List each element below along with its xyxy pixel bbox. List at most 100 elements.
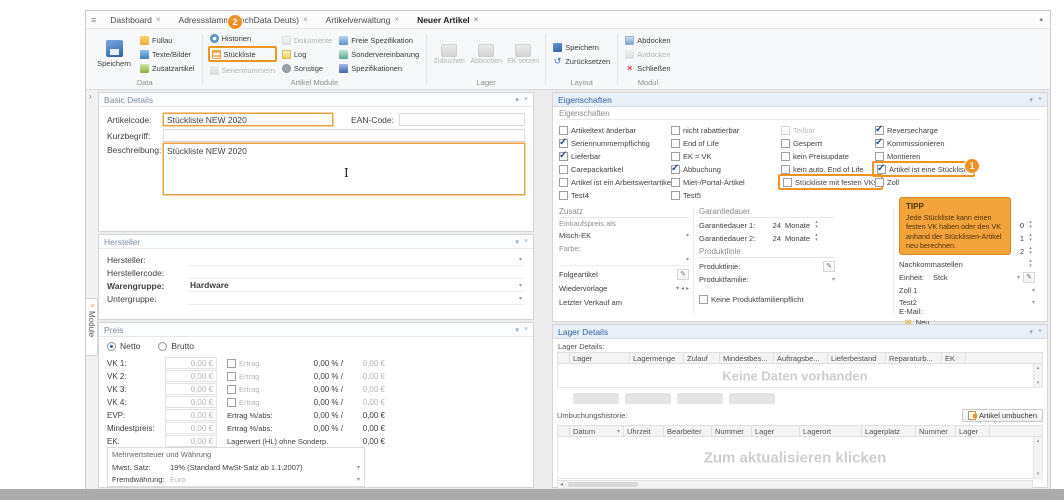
pin-icon[interactable]: ▾ [515, 326, 519, 334]
ertrag-checkbox[interactable]: Ertrag [227, 385, 293, 394]
close-icon[interactable]: × [1038, 328, 1042, 336]
netto-radio[interactable]: Netto [107, 341, 140, 351]
disabled-button[interactable] [729, 393, 775, 404]
pencil-icon[interactable]: ✎ [823, 261, 835, 272]
pin-icon[interactable]: ▾ [515, 238, 519, 246]
chevron-down-icon[interactable]: ▾ [519, 282, 522, 289]
vertical-scrollbar[interactable]: ▴▾ [1033, 437, 1042, 478]
stepper-value[interactable]: 1 [1020, 234, 1024, 243]
column-header[interactable]: Nummer [712, 426, 752, 436]
stepper[interactable]: ▴▾ [1026, 220, 1035, 230]
column-header[interactable]: Nummer [916, 426, 956, 436]
checkbox-miet-portal-artikel[interactable]: Miet-/Portal-Artikel [671, 176, 745, 188]
pencil-icon[interactable]: ✎ [677, 269, 689, 280]
chevron-down-icon[interactable]: ▾ [357, 476, 360, 483]
chevron-down-icon[interactable]: ▾ [1017, 274, 1020, 281]
scroll-left-icon[interactable]: ◂ [558, 481, 565, 488]
checkbox-gesperrt[interactable]: Gesperrt [781, 137, 822, 149]
sondervereinbarung-button[interactable]: Sondervereinbarung [337, 48, 421, 60]
arrow-left-icon[interactable]: ◂ [681, 285, 684, 292]
checkbox-keine-produktfamilienpflicht[interactable]: Keine Produktfamilienpflicht [699, 293, 804, 305]
garantiedauer2-input[interactable]: 24 [765, 234, 781, 243]
filter-down-icon[interactable]: ▾ [617, 428, 620, 435]
fuellau-button[interactable]: Füllau [138, 34, 197, 46]
warengruppe-combo[interactable]: Hardware▾ [187, 279, 525, 292]
close-icon[interactable]: × [524, 96, 528, 104]
mwst-satz-combo[interactable]: 19% (Standard MwSt-Satz ab 1.1.2007)▾ [170, 463, 360, 472]
hersteller-combo[interactable]: ▾ [187, 253, 525, 266]
checkbox-zoll[interactable]: Zoll [875, 176, 899, 188]
checkbox-kommissionieren[interactable]: Kommissionieren [875, 137, 945, 149]
checkbox-artikeltext-aenderbar[interactable]: Artikeltext änderbar [559, 124, 636, 136]
zuruecksetzen-button[interactable]: ↺Zurücksetzen [551, 55, 612, 67]
farbe-combo[interactable]: ▾ [559, 254, 689, 266]
column-header[interactable]: Lagerplatz [862, 426, 916, 436]
checkbox-ek-vk[interactable]: EK = VK [671, 150, 712, 162]
abdocken-button[interactable]: Abdocken [623, 34, 672, 46]
artikelcode-input[interactable]: Stückliste NEW 2020 [163, 113, 333, 126]
mindestpreis-input[interactable]: 0,00 € [165, 422, 217, 434]
tab-close-icon[interactable]: × [303, 15, 308, 24]
column-header[interactable]: Bearbeiter [664, 426, 712, 436]
historien-button[interactable]: Historien [208, 32, 277, 44]
checkbox-test5[interactable]: Test5 [671, 189, 701, 201]
checkbox-arbeitswertartikel[interactable]: Artikel ist ein Arbeitswertartikel [559, 176, 673, 188]
ertrag-checkbox[interactable]: Ertrag [227, 398, 293, 407]
checkbox-lieferbar[interactable]: Lieferbar [559, 150, 601, 162]
collapse-panel-icon[interactable]: › [89, 92, 92, 101]
layout-speichern-button[interactable]: Speichern [551, 41, 612, 53]
chevron-down-icon[interactable]: ▾ [519, 295, 522, 302]
column-header[interactable]: Reparaturb... [886, 353, 942, 363]
evp-input[interactable]: 0,00 € [165, 409, 217, 421]
stepper-value[interactable]: 2 [1020, 247, 1024, 256]
spezifikationen-button[interactable]: Spezifikationen [337, 62, 421, 74]
produktfamilie-combo[interactable]: Produktfamilie:▾ [699, 273, 835, 285]
vk4-input[interactable]: 0,00 € [165, 396, 217, 408]
vk1-input[interactable]: 0,00 € [165, 357, 217, 369]
column-header[interactable]: Auftragsbe... [774, 353, 828, 363]
checkbox-end-of-life[interactable]: End of Life [671, 137, 719, 149]
tab-dashboard[interactable]: Dashboard × [101, 11, 169, 28]
close-icon[interactable]: × [524, 326, 528, 334]
scrollbar-thumb[interactable] [568, 482, 638, 487]
close-icon[interactable]: × [1038, 96, 1042, 104]
vk2-input[interactable]: 0,00 € [165, 370, 217, 382]
checkbox-stueckliste-feste-vks[interactable]: Stückliste mit festen VKs [778, 174, 883, 190]
beschreibung-textarea[interactable]: Stückliste NEW 2020 I [163, 143, 525, 195]
chevron-down-icon[interactable]: ▾ [1032, 287, 1035, 294]
column-header[interactable]: Lager [956, 426, 990, 436]
vk3-input[interactable]: 0,00 € [165, 383, 217, 395]
untergruppe-combo[interactable]: ▾ [187, 292, 525, 305]
freie-spezifikation-button[interactable]: Freie Spezifikation [337, 34, 421, 46]
log-button[interactable]: Log [280, 48, 334, 60]
pin-icon[interactable]: ▾ [1029, 96, 1033, 104]
stepper[interactable]: ▴▾ [812, 233, 821, 243]
checkbox-kein-preisupdate[interactable]: kein Preisupdate [781, 150, 849, 162]
column-header[interactable]: Lagerort [800, 426, 862, 436]
kurzbegriff-input[interactable] [163, 129, 525, 142]
checkbox-test4[interactable]: Test4 [559, 189, 589, 201]
stepper[interactable]: ▴▾ [1026, 246, 1035, 256]
brutto-radio[interactable]: Brutto [158, 341, 194, 351]
column-header[interactable]: Uhrzeit [624, 426, 664, 436]
horizontal-scrollbar[interactable]: ◂ [557, 480, 1033, 489]
chevron-down-icon[interactable]: ▾ [686, 232, 689, 239]
chevron-down-icon[interactable]: ▾ [519, 256, 522, 263]
garantiedauer1-input[interactable]: 24 [765, 221, 781, 230]
checkbox-nicht-rabattierbar[interactable]: nicht rabattierbar [671, 124, 739, 136]
zoll1-combo[interactable]: Zoll 1▾ [899, 284, 1035, 296]
checkbox-carepackartikel[interactable]: Carepackartikel [559, 163, 623, 175]
zusatzartikel-button[interactable]: Zusatzartikel [138, 62, 197, 74]
column-header[interactable]: Lieferbestand [828, 353, 886, 363]
checkbox-artikel-ist-stueckliste[interactable]: Artikel ist eine Stückliste [872, 161, 975, 177]
chevron-down-icon[interactable]: ▾ [676, 285, 679, 292]
tab-artikelverwaltung[interactable]: Artikelverwaltung × [317, 11, 408, 28]
ek-input[interactable]: 0,00 € [165, 435, 217, 447]
chevron-down-icon[interactable]: ▾ [1032, 299, 1035, 306]
stepper[interactable]: ▴▾ [1026, 259, 1035, 269]
tab-close-icon[interactable]: × [156, 15, 161, 24]
pin-icon[interactable]: ▾ [515, 96, 519, 104]
disabled-button[interactable] [677, 393, 723, 404]
ean-input[interactable] [399, 113, 525, 126]
tab-adressstamm[interactable]: Adressstamm (TechData Deuts) × [170, 11, 317, 28]
